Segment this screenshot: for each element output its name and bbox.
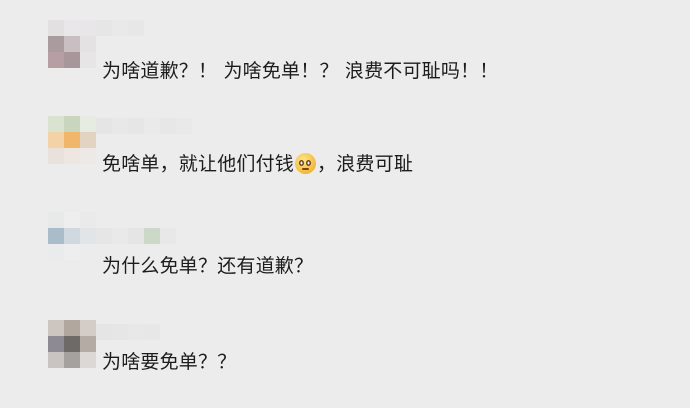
avatar-pixel <box>80 116 96 132</box>
avatar-pixel <box>64 352 80 368</box>
username-blurred[interactable] <box>96 228 176 244</box>
avatar-pixel <box>80 212 96 228</box>
username-pixel <box>112 228 128 244</box>
avatar-pixel <box>64 36 80 52</box>
avatar-pixel <box>48 320 64 336</box>
avatar-pixel <box>64 132 80 148</box>
comment-text: 免啥单，就让他们付钱 ，浪费可耻 <box>102 152 413 176</box>
username-pixel <box>96 324 112 340</box>
avatar-pixel <box>80 352 96 368</box>
username-pixel <box>112 324 128 340</box>
username-blurred[interactable] <box>96 20 160 36</box>
comment-text: 为什么免单？还有道歉？ <box>102 254 313 278</box>
pleading-face-icon <box>295 153 317 174</box>
comment-text: 为啥道歉？！ 为啥免单！？ 浪费不可耻吗！！ <box>102 59 498 83</box>
username-pixel <box>96 20 112 36</box>
avatar-pixel <box>80 336 96 352</box>
avatar[interactable] <box>48 20 96 68</box>
username-pixel <box>144 228 160 244</box>
avatar-pixel <box>64 52 80 68</box>
comment-item: 为啥要免单？？ <box>0 308 690 408</box>
avatar-pixel <box>80 228 96 244</box>
avatar[interactable] <box>48 212 96 260</box>
username-pixel <box>128 20 144 36</box>
avatar-pixel <box>80 20 96 36</box>
avatar-pixel <box>64 244 80 260</box>
avatar-pixel <box>80 132 96 148</box>
comment-text-part: 为啥道歉？！ 为啥免单！？ 浪费不可耻吗！！ <box>102 60 499 82</box>
avatar-pixel <box>80 148 96 164</box>
avatar[interactable] <box>48 320 96 368</box>
avatar-pixel <box>80 36 96 52</box>
avatar-pixel <box>64 320 80 336</box>
avatar-pixel <box>48 352 64 368</box>
avatar-pixel <box>48 148 64 164</box>
avatar-pixel <box>48 116 64 132</box>
avatar-pixel <box>48 244 64 260</box>
username-pixel <box>112 20 128 36</box>
avatar-pixel <box>64 20 80 36</box>
avatar-pixel <box>64 228 80 244</box>
avatar-pixel <box>48 336 64 352</box>
comment-text-part: ，浪费可耻 <box>317 153 414 175</box>
username-pixel <box>144 20 160 36</box>
avatar-pixel <box>48 36 64 52</box>
avatar-pixel <box>64 212 80 228</box>
avatar-pixel <box>48 52 64 68</box>
username-pixel <box>112 118 128 134</box>
avatar-pixel <box>64 336 80 352</box>
avatar-pixel <box>80 52 96 68</box>
username-pixel <box>96 228 112 244</box>
username-pixel <box>128 228 144 244</box>
avatar-pixel <box>64 148 80 164</box>
avatar-pixel <box>80 320 96 336</box>
username-pixel <box>96 118 112 134</box>
comment-text: 为啥要免单？？ <box>102 350 236 374</box>
avatar-pixel <box>80 244 96 260</box>
username-pixel <box>144 118 160 134</box>
comment-text-part: 免啥单，就让他们付钱 <box>102 153 295 175</box>
comment-item: 免啥单，就让他们付钱 ，浪费可耻 <box>0 110 690 210</box>
username-pixel <box>128 324 144 340</box>
comment-text-part: 为啥要免单？？ <box>102 351 237 373</box>
username-blurred[interactable] <box>96 324 160 340</box>
avatar[interactable] <box>48 116 96 164</box>
comment-item: 为啥道歉？！ 为啥免单！？ 浪费不可耻吗！！ <box>0 14 690 114</box>
avatar-pixel <box>48 132 64 148</box>
avatar-pixel <box>48 212 64 228</box>
avatar-pixel <box>48 20 64 36</box>
username-blurred[interactable] <box>96 118 192 134</box>
comment-text-part: 为什么免单？还有道歉？ <box>102 255 314 277</box>
username-pixel <box>144 324 160 340</box>
username-pixel <box>160 118 176 134</box>
username-pixel <box>160 228 176 244</box>
username-pixel <box>176 118 192 134</box>
comment-item: 为什么免单？还有道歉？ <box>0 206 690 306</box>
username-pixel <box>128 118 144 134</box>
avatar-pixel <box>48 228 64 244</box>
avatar-pixel <box>64 116 80 132</box>
